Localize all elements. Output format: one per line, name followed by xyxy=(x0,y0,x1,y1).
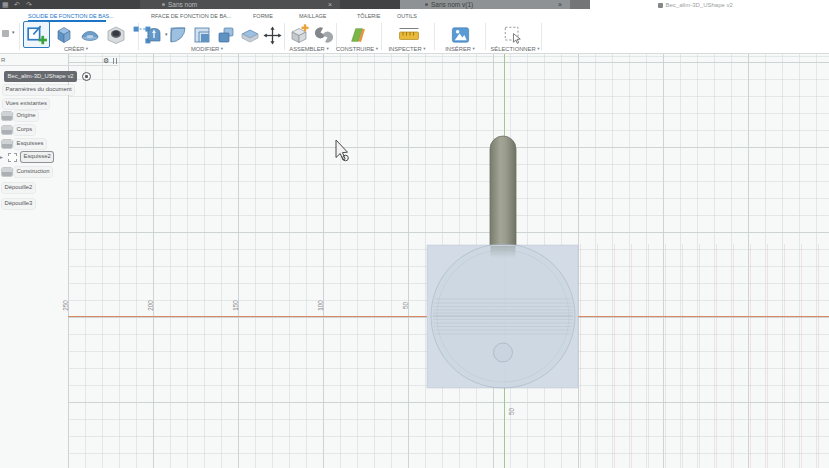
panel-handle-icon[interactable] xyxy=(113,58,117,64)
document-tab-icon xyxy=(425,3,428,6)
tab-strip-end xyxy=(570,0,590,9)
document-tab-label: Sans nom xyxy=(168,1,197,8)
separator xyxy=(19,23,20,50)
visibility-icon[interactable] xyxy=(2,140,12,148)
separator xyxy=(284,23,285,50)
separator xyxy=(434,23,435,50)
browser-item-depouille2[interactable]: Dépouille2 xyxy=(2,183,35,193)
new-component-button[interactable] xyxy=(288,24,310,46)
undo-icon[interactable]: ↶ xyxy=(14,0,20,9)
create-sketch-button[interactable] xyxy=(23,21,50,48)
separator xyxy=(381,23,382,50)
group-label-modifier[interactable]: MODIFIER ▾ xyxy=(191,45,223,53)
sketch-icon[interactable] xyxy=(8,153,17,162)
title-bar: ▦ ↶ ↷ Sans nom × Sans nom v(1) × xyxy=(0,0,590,9)
combine-button[interactable] xyxy=(215,24,237,46)
tab-outils[interactable]: OUTILS xyxy=(397,12,417,21)
shell-button[interactable] xyxy=(239,24,261,46)
browser-root-node[interactable]: Bec_alim-3D_UShape v2 xyxy=(4,71,77,82)
app-menu-icon[interactable]: ▦ xyxy=(2,0,9,9)
visibility-icon[interactable] xyxy=(2,168,12,176)
tab-forme[interactable]: FORME xyxy=(253,12,273,21)
toolbar-overflow-button[interactable]: ▾ xyxy=(2,29,20,39)
document-title-label: Bec_alim-3D_UShape v2 xyxy=(666,2,733,8)
browser-item-origine[interactable]: Origine xyxy=(14,111,38,121)
close-tab-icon[interactable]: × xyxy=(328,0,332,9)
group-label-inserer[interactable]: INSÉRER ▾ xyxy=(445,45,475,53)
select-button[interactable] xyxy=(503,25,523,45)
expand-caret-icon[interactable]: ▸ xyxy=(0,154,3,160)
document-tab-sans-nom[interactable]: Sans nom × xyxy=(140,0,340,9)
overflow-icon xyxy=(2,30,9,37)
tab-surface[interactable]: RFACE DE FONCTION DE BA... xyxy=(151,12,231,21)
tab-tolerie[interactable]: TÔLERIE xyxy=(357,12,381,21)
separator xyxy=(485,23,486,50)
activate-component-radio[interactable] xyxy=(82,72,91,81)
gear-icon[interactable]: ⚙ xyxy=(103,57,109,65)
model-rod[interactable] xyxy=(490,136,516,246)
sketch-circle-small[interactable] xyxy=(494,343,513,362)
move-button[interactable] xyxy=(263,26,282,45)
browser-item-esquisse2[interactable]: Esquisse2 xyxy=(21,152,53,162)
document-tab-icon xyxy=(162,3,165,6)
group-label-selectionner[interactable]: SÉLECTIONNER ▾ xyxy=(491,45,540,53)
browser-item-construction[interactable]: Construction xyxy=(14,167,52,177)
joint-button[interactable] xyxy=(313,24,335,46)
document-icon xyxy=(658,3,663,8)
close-tab-icon[interactable]: × xyxy=(558,0,562,9)
redo-icon[interactable]: ↷ xyxy=(26,0,32,9)
document-tab-sans-nom-v1[interactable]: Sans nom v(1) × xyxy=(400,0,570,9)
group-label-construire[interactable]: CONSTRUIRE ▾ xyxy=(336,45,378,53)
document-tab-label: Sans nom v(1) xyxy=(431,1,473,8)
revolve-button[interactable] xyxy=(79,24,101,46)
model-3d-view[interactable] xyxy=(0,54,829,468)
tab-maillage[interactable]: MAILLAGE xyxy=(299,12,327,21)
browser-item-parametres[interactable]: Paramètres du document xyxy=(3,85,74,95)
browser-header-label: R xyxy=(1,57,5,63)
group-label-inspecter[interactable]: INSPECTER ▾ xyxy=(388,45,425,53)
visibility-icon[interactable] xyxy=(2,126,12,134)
press-pull-button[interactable] xyxy=(143,24,165,46)
browser-item-corps[interactable]: Corps xyxy=(14,125,35,135)
hole-button[interactable] xyxy=(105,24,127,46)
browser-item-vues[interactable]: Vues existantes xyxy=(3,99,49,109)
measure-button[interactable] xyxy=(398,24,420,46)
ribbon-toolbar: SOLIDE DE FONCTION DE BAS... RFACE DE FO… xyxy=(0,9,829,54)
extrude-button[interactable] xyxy=(53,24,75,46)
construction-plane-button[interactable] xyxy=(348,24,368,46)
browser-item-depouille3[interactable]: Dépouille3 xyxy=(2,199,35,209)
insert-image-button[interactable] xyxy=(450,24,471,46)
separator xyxy=(541,23,542,50)
visibility-icon[interactable] xyxy=(2,112,12,120)
offset-face-button[interactable] xyxy=(191,24,213,46)
browser-item-esquisses[interactable]: Esquisses xyxy=(14,139,46,149)
group-label-creer[interactable]: CRÉER ▾ xyxy=(64,45,88,53)
fillet-button[interactable] xyxy=(167,24,189,46)
group-label-assembler[interactable]: ASSEMBLER ▾ xyxy=(289,45,328,53)
mouse-cursor xyxy=(336,140,348,161)
viewport-canvas[interactable]: 250 200 150 100 50 50 xyxy=(0,54,829,468)
browser-header: R ⚙ xyxy=(0,56,118,66)
